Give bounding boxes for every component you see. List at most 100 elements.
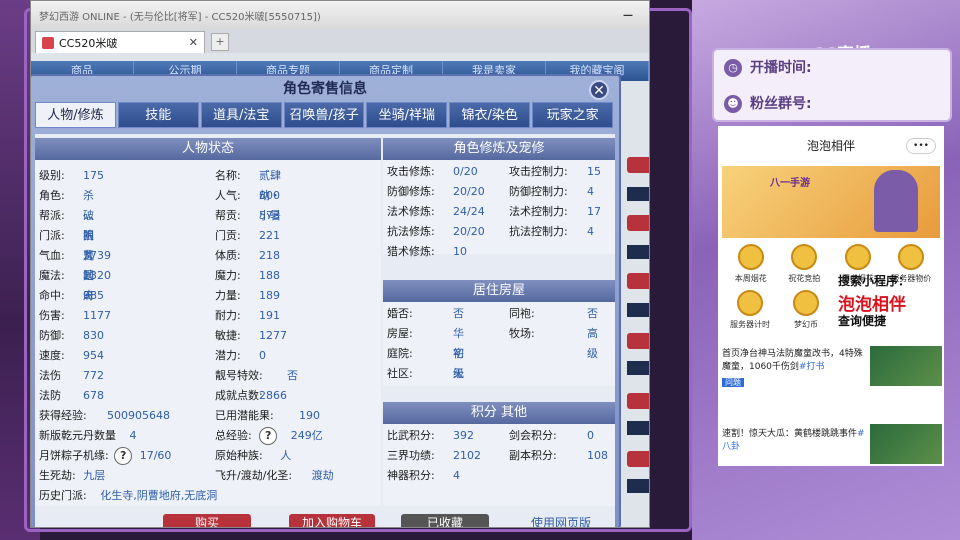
stat-row: 法伤 772 <box>39 366 104 386</box>
side-red-button[interactable] <box>627 333 649 349</box>
side-dark-button[interactable] <box>627 479 649 493</box>
new-tab-button[interactable]: + <box>211 33 229 51</box>
stat-row: 法术控制力: 17 <box>509 202 601 222</box>
side-red-button[interactable] <box>627 215 649 231</box>
stat-row: 攻击控制力: 15 <box>509 162 601 182</box>
side-dark-button[interactable] <box>627 187 649 201</box>
phone-title: 泡泡相伴 <box>806 139 855 153</box>
stat-value: 0/20 <box>453 165 478 178</box>
stat-value: 985 <box>83 289 104 302</box>
role-sale-dialog: 角色寄售信息 ✕ 人物/修炼 技能 道具/法宝 召唤兽/孩子 坐骑/祥瑞 锦衣/… <box>31 74 621 527</box>
stat-row: 婚否: 否 <box>387 304 464 324</box>
tab-skills[interactable]: 技能 <box>117 102 199 128</box>
side-red-button[interactable] <box>627 273 649 289</box>
stat-value: 175 <box>83 169 104 182</box>
help-icon[interactable]: ? <box>259 427 278 445</box>
buy-button[interactable]: 购买 <box>163 514 251 527</box>
minimize-button[interactable]: — <box>623 10 633 21</box>
mini-program-screenshot: 泡泡相伴 ••• 八一手游 本周烟花 祝花竞拍 历史烟花 服务器物价 服务器计时… <box>718 126 944 466</box>
stat-label: 副本积分: <box>509 449 557 462</box>
stat-row: 新版乾元丹数量 4 <box>39 426 137 446</box>
stat-label: 原始种族: <box>215 449 263 462</box>
stat-label: 牧场: <box>509 327 535 340</box>
stat-row: 气血: 3739 <box>39 246 111 266</box>
news-text: 首页净台神马法防魔童改书，4特殊魔童，1060千伤剑 <box>722 349 863 372</box>
timer-icon: 服务器计时 <box>728 290 772 330</box>
stat-row: 潜力: 0 <box>215 346 266 366</box>
stat-label: 人气: <box>215 189 241 202</box>
tab-pets[interactable]: 召唤兽/孩子 <box>283 102 365 128</box>
stat-value: 191 <box>259 309 280 322</box>
tab-close-icon[interactable]: ✕ <box>189 36 198 49</box>
side-dark-button[interactable] <box>627 245 649 259</box>
side-red-button[interactable] <box>627 393 649 409</box>
stat-row: 比武积分: 392 <box>387 426 474 446</box>
stat-value: 221 <box>259 229 280 242</box>
tab-home[interactable]: 玩家之家 <box>532 102 614 128</box>
stat-row: 飞升/渡劫/化圣: 渡劫 <box>215 466 334 486</box>
stat-value: 24/24 <box>453 205 485 218</box>
tab-character[interactable]: 人物/修炼 <box>35 102 116 128</box>
stat-label: 气血: <box>39 249 65 262</box>
stat-label: 帮贡: <box>215 209 241 222</box>
stat-row: 获得经验: 500905648 <box>39 406 170 426</box>
side-dark-button[interactable] <box>627 421 649 435</box>
news-text: 速割！惊天大瓜：黄鹤楼跳跳事件 <box>722 429 858 439</box>
stat-row: 人气: 800 <box>215 186 280 206</box>
stat-label: 月饼粽子机缘: <box>39 449 109 462</box>
stat-value: 九层 <box>83 469 106 482</box>
stat-label: 猎术修炼: <box>387 245 435 258</box>
side-red-button[interactable] <box>627 451 649 467</box>
stat-row: 法防 678 <box>39 386 104 406</box>
tab-items[interactable]: 道具/法宝 <box>200 102 282 128</box>
stat-value: 否 <box>453 307 464 320</box>
banner-text: 八一手游 <box>770 178 810 189</box>
stat-value: 188 <box>259 269 280 282</box>
stat-row: 门贡: 221 <box>215 226 280 246</box>
stat-row: 抗法修炼: 20/20 <box>387 222 485 242</box>
close-icon[interactable]: ✕ <box>589 80 609 100</box>
stat-label: 总经验: <box>215 429 252 442</box>
news-thumbnail <box>870 346 942 386</box>
stat-label: 已用潜能果: <box>215 409 274 422</box>
browser-tab[interactable]: CC520米啵 ✕ <box>35 31 205 53</box>
stat-row: 抗法控制力: 4 <box>509 222 594 242</box>
stat-value: 392 <box>453 429 474 442</box>
side-dark-button[interactable] <box>627 361 649 375</box>
stat-label: 防御修炼: <box>387 185 435 198</box>
stat-row: 生死劫: 九层 <box>39 466 105 486</box>
side-red-button[interactable] <box>627 157 649 173</box>
stat-label: 耐力: <box>215 309 241 322</box>
stat-label: 级别: <box>39 169 65 182</box>
stat-label: 房屋: <box>387 327 413 340</box>
stat-label: 帮派: <box>39 209 65 222</box>
promo-line-3: 查询便捷 <box>838 314 887 328</box>
web-version-link[interactable]: 使用网页版 <box>523 514 599 527</box>
add-to-cart-button[interactable]: 加入购物车 <box>289 514 375 527</box>
stat-value: 2102 <box>453 449 481 462</box>
stat-row: 总经验: ? 249亿 <box>215 426 323 446</box>
tab-mounts[interactable]: 坐骑/祥瑞 <box>366 102 448 128</box>
window-title: 梦幻西游 ONLINE - (无与伦比[将军] - CC520米啵[555071… <box>39 11 321 23</box>
stat-label: 婚否: <box>387 307 413 320</box>
side-dark-button[interactable] <box>627 303 649 317</box>
stat-value: 否 <box>587 307 598 320</box>
help-icon[interactable]: ? <box>114 447 133 465</box>
favorited-button[interactable]: 已收藏 <box>401 514 489 527</box>
stat-value: 人 <box>280 449 292 462</box>
start-time-line: ◷ 开播时间: <box>714 50 950 86</box>
stat-row: 防御控制力: 4 <box>509 182 594 202</box>
stat-row: 魔法: 1320 <box>39 266 111 286</box>
stat-label: 名称: <box>215 169 241 182</box>
stat-value: 218 <box>259 249 280 262</box>
stat-label: 生死劫: <box>39 469 76 482</box>
stat-row: 帮派: 灬凼儿园ミ <box>39 206 94 302</box>
tab-costume[interactable]: 锦衣/染色 <box>449 102 531 128</box>
stat-label: 庭院: <box>387 347 413 360</box>
stat-label: 同袍: <box>509 307 535 320</box>
tab-label: CC520米啵 <box>59 36 118 50</box>
stat-value: 573 <box>259 209 280 222</box>
news-thumbnail <box>870 424 942 464</box>
stat-label: 力量: <box>215 289 241 302</box>
news-item: 速割！惊天大瓜：黄鹤楼跳跳事件#八卦 <box>722 428 866 454</box>
